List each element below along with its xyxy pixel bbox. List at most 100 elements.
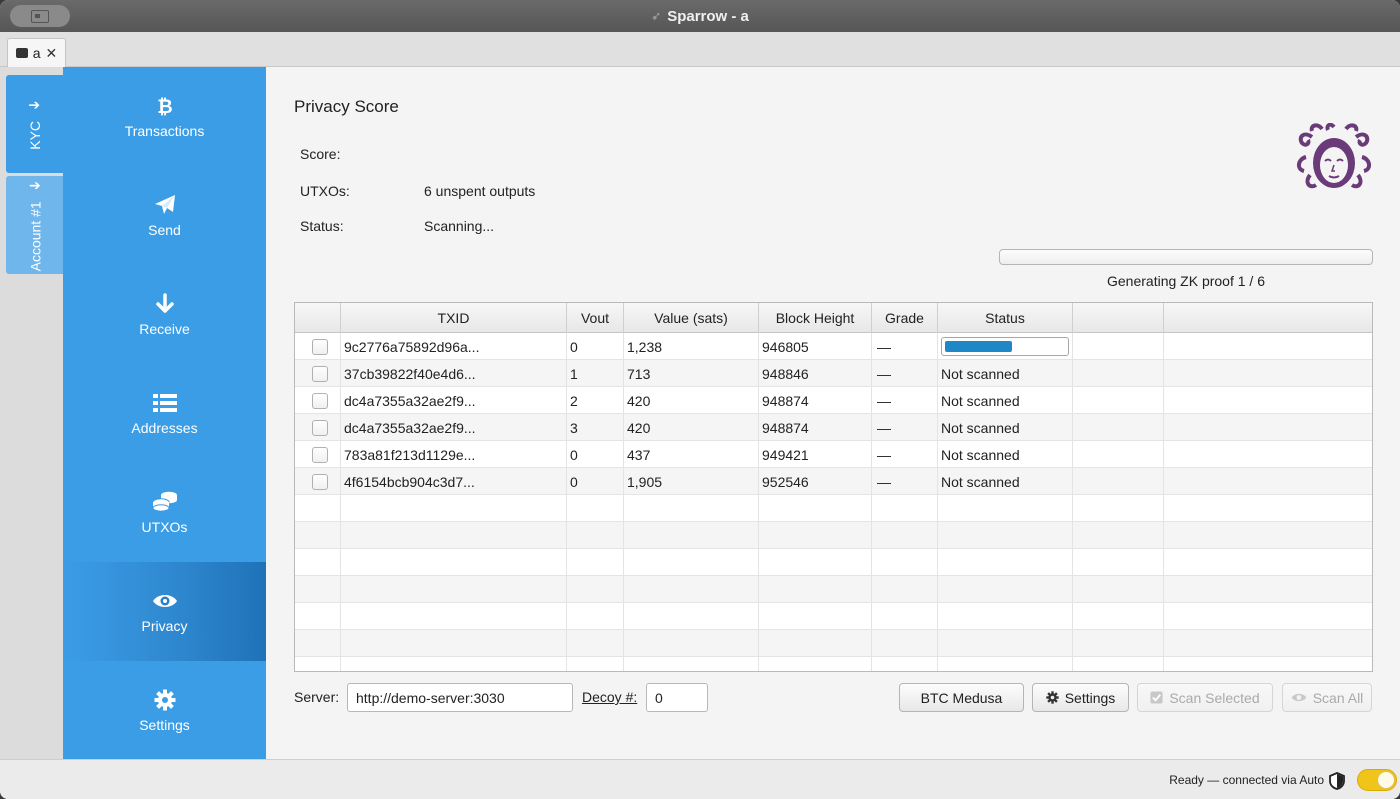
table-row [295,522,1372,549]
sidebar-item-settings[interactable]: Settings [63,661,266,760]
value-cell-text: 1,905 [627,473,663,490]
table-header: TXID Vout Value (sats) Block Height Grad… [295,303,1372,333]
block-height-cell [759,495,872,522]
checkbox-icon [1150,691,1163,704]
shield-icon [1329,772,1345,790]
sidebar-item-label: Send [148,221,181,238]
status-cell: Not scanned [938,360,1073,387]
sidebar-item-receive[interactable]: Receive [63,265,266,364]
block-height-cell [759,522,872,549]
status-cell-text: Not scanned [941,365,1020,382]
close-icon[interactable]: ✕ [46,45,58,62]
table-row [295,657,1372,671]
score-label: Score: [300,146,341,162]
table-row [295,495,1372,522]
column-header-block-height[interactable]: Block Height [759,303,872,333]
column-header-extra-2[interactable] [1164,303,1372,333]
row-checkbox[interactable] [312,338,328,355]
txid-cell [341,522,567,549]
privacy-panel: Privacy Score Score: UTXOs: 6 unspent ou… [266,67,1400,759]
value-cell: 1,238 [624,333,759,360]
medusa-logo [1297,123,1371,189]
extra-cell [1164,576,1372,603]
account-tab-account-1[interactable]: Account #1 ➔ [6,176,63,274]
status-cell [938,333,1073,360]
select-cell [295,414,341,441]
table-row[interactable]: 9c2776a75892d96a... 0 1,238 946805 — [295,333,1372,360]
btc-medusa-button[interactable]: BTC Medusa [899,683,1024,712]
column-header-grade[interactable]: Grade [872,303,938,333]
column-header-value[interactable]: Value (sats) [624,303,759,333]
txid-cell: 783a81f213d1129e... [341,441,567,468]
connection-toggle[interactable] [1357,769,1397,791]
vout-cell [567,522,624,549]
txid-cell: 9c2776a75892d96a... [341,333,567,360]
sidebar-item-utxos[interactable]: UTXOs [63,463,266,562]
column-header-extra-1[interactable] [1073,303,1164,333]
table-row[interactable]: 37cb39822f40e4d6... 1 713 948846 — Not scanne… [295,360,1372,387]
scan-selected-button[interactable]: Scan Selected [1137,683,1273,712]
extra-cell [1164,387,1372,414]
gear-icon [1045,691,1059,704]
sidebar-item-addresses[interactable]: Addresses [63,364,266,463]
vout-cell: 0 [567,441,624,468]
settings-button[interactable]: Settings [1032,683,1129,712]
select-cell [295,333,341,360]
row-checkbox[interactable] [312,446,328,463]
grade-cell-text: — [877,392,891,409]
select-cell [295,657,341,671]
block-height-cell-text: 948874 [762,392,809,409]
vout-cell-text: 1 [570,365,578,382]
sidebar-item-label: Addresses [131,419,198,436]
scan-all-button-label: Scan All [1312,689,1364,706]
vout-cell [567,603,624,630]
sidebar-item-privacy[interactable]: Privacy [63,562,266,661]
column-header-status[interactable]: Status [938,303,1073,333]
scan-all-button[interactable]: Scan All [1282,683,1372,712]
server-input[interactable] [347,683,573,712]
sidebar-item-send[interactable]: Send [63,166,266,265]
txid-cell-text: 783a81f213d1129e... [344,446,476,463]
title-bar: ➶ Sparrow - a [0,0,1400,32]
btc-medusa-button-label: BTC Medusa [920,689,1003,706]
column-header-vout[interactable]: Vout [567,303,624,333]
wallet-tab[interactable]: a ✕ [7,38,66,67]
row-checkbox[interactable] [312,473,328,490]
txid-cell [341,576,567,603]
block-height-cell: 949421 [759,441,872,468]
wallet-tab-strip: a ✕ [0,32,1400,67]
table-row[interactable]: dc4a7355a32ae2f9... 3 420 948874 — Not scanne… [295,414,1372,441]
block-height-cell-text: 948874 [762,419,809,436]
table-row[interactable]: 4f6154bcb904c3d7... 0 1,905 952546 — Not scan… [295,468,1372,495]
account-tab-kyc-label: KYC [26,120,43,150]
app-window: ➶ Sparrow - a a ✕ KYC ➔ Account #1 ➔ ₿ T… [0,0,1400,799]
select-cell [295,441,341,468]
row-progress-fill [945,341,1012,352]
table-row[interactable]: 783a81f213d1129e... 0 437 949421 — Not scanne… [295,441,1372,468]
utxos-value: 6 unspent outputs [424,183,536,199]
row-checkbox[interactable] [312,419,328,436]
table-row [295,549,1372,576]
value-cell [624,549,759,576]
account-tab-kyc[interactable]: KYC ➔ [6,75,63,173]
decoy-input[interactable] [646,683,708,712]
column-header-txid[interactable]: TXID [341,303,567,333]
status-bar: Ready — connected via Auto [0,759,1400,799]
txid-cell [341,549,567,576]
sidebar-item-transactions[interactable]: ₿ Transactions [63,67,266,166]
window-sidebar-button[interactable] [10,5,70,27]
page-title: Privacy Score [294,97,399,116]
table-row[interactable]: dc4a7355a32ae2f9... 2 420 948874 — Not scanne… [295,387,1372,414]
value-cell [624,630,759,657]
extra-cell [1073,360,1164,387]
row-checkbox[interactable] [312,365,328,382]
column-header-select[interactable] [295,303,341,333]
select-cell [295,387,341,414]
txid-cell-text: dc4a7355a32ae2f9... [344,419,476,436]
eye-icon [152,590,178,612]
row-checkbox[interactable] [312,392,328,409]
sidebar-nav: ₿ Transactions Send Receive Addresses UT… [63,67,266,759]
vout-cell-text: 0 [570,338,578,355]
grade-cell-text: — [877,419,891,436]
block-height-cell [759,549,872,576]
